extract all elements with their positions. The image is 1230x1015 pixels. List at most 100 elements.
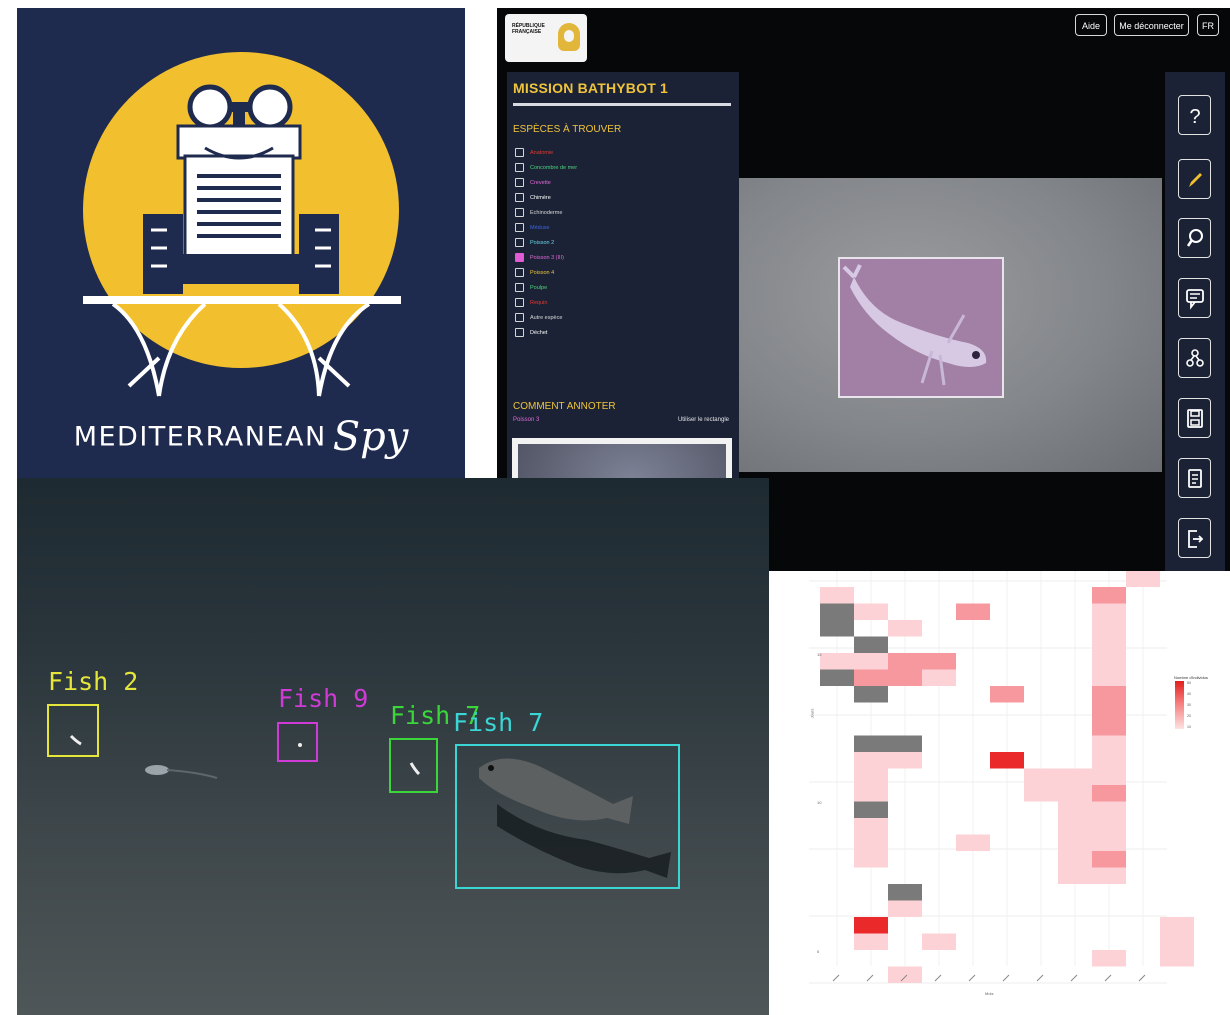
heatmap-cell	[854, 917, 888, 934]
exit-tool-button[interactable]	[1178, 518, 1211, 558]
heatmap-cell	[888, 653, 922, 670]
legend-tick-50: 50	[1187, 681, 1191, 685]
y-tick-10: 10	[817, 800, 822, 805]
species-label: Requin	[530, 299, 548, 306]
species-checkbox[interactable]	[515, 298, 524, 307]
heatmap-cell	[1024, 785, 1058, 802]
species-item[interactable]: Crevette	[515, 175, 577, 190]
heatmap-cell	[1058, 801, 1092, 818]
species-checkbox[interactable]	[515, 313, 524, 322]
species-label: Poisson 3 (III)	[530, 254, 564, 261]
heatmap-cell	[956, 603, 990, 620]
share-tool-button[interactable]	[1178, 338, 1211, 378]
heatmap-cell	[1092, 818, 1126, 835]
help-tool-button[interactable]: ?	[1178, 95, 1211, 135]
y-tick-5: 5	[817, 949, 820, 954]
heatmap-cell	[888, 900, 922, 917]
heatmap-cell	[854, 669, 888, 686]
heatmap-cell	[1092, 719, 1126, 736]
heatmap-cell	[1092, 735, 1126, 752]
species-checkbox[interactable]	[515, 208, 524, 217]
heatmap-cell	[854, 785, 888, 802]
heatmap-cell	[888, 966, 922, 983]
heatmap-cell	[1092, 686, 1126, 703]
detection-box-fish-7-green[interactable]	[389, 738, 438, 793]
heatmap-cell	[922, 933, 956, 950]
species-checkbox[interactable]	[515, 193, 524, 202]
species-checkbox[interactable]	[515, 178, 524, 187]
species-checkbox[interactable]	[515, 148, 524, 157]
y-tick-15: 15	[817, 652, 822, 657]
x-tick-mark	[968, 974, 976, 982]
logout-button[interactable]: Me déconnecter	[1114, 14, 1189, 36]
species-item[interactable]: Poisson 4	[515, 265, 577, 280]
y-axis-label: Jours	[809, 708, 815, 719]
help-icon: ?	[1189, 106, 1200, 127]
heatmap-cell	[1160, 917, 1194, 934]
mission-title: MISSION BATHYBOT 1	[513, 80, 669, 96]
help-button[interactable]: Aide	[1075, 14, 1107, 36]
logo-wordmark: MEDITERRANEAN Spy	[17, 414, 465, 460]
heatmap-cell	[1126, 571, 1160, 587]
species-heading: ESPÈCES À TROUVER	[513, 124, 622, 135]
species-item[interactable]: Poulpe	[515, 280, 577, 295]
species-item[interactable]: Echinoderme	[515, 205, 577, 220]
heatmap-cell	[1058, 867, 1092, 884]
detection-box-fish-7-cyan[interactable]	[455, 744, 680, 889]
howto-heading: COMMENT ANNOTER	[513, 401, 616, 412]
heatmap-cell	[854, 834, 888, 851]
species-item[interactable]: Concombre de mer	[515, 160, 577, 175]
heatmap-cell	[1058, 818, 1092, 835]
species-item[interactable]: Requin	[515, 295, 577, 310]
species-item[interactable]: Chimère	[515, 190, 577, 205]
species-item[interactable]: Poisson 3 (III)	[515, 250, 577, 265]
heatmap-cell	[956, 834, 990, 851]
comment-tool-button[interactable]	[1178, 278, 1211, 318]
species-checkbox[interactable]	[515, 283, 524, 292]
heatmap-cell	[888, 884, 922, 901]
species-item[interactable]: Autre espèce	[515, 310, 577, 325]
seafloor-image-canvas[interactable]	[739, 178, 1162, 472]
detection-box-fish-2[interactable]	[47, 704, 99, 757]
heatmap-cell	[1092, 801, 1126, 818]
x-tick-mark	[1002, 974, 1010, 982]
save-tool-button[interactable]	[1178, 398, 1211, 438]
heatmap-cell	[854, 933, 888, 950]
species-item[interactable]: Poisson 2	[515, 235, 577, 250]
species-item[interactable]: Méduse	[515, 220, 577, 235]
species-checkbox[interactable]	[515, 163, 524, 172]
heatmap-cell	[1092, 785, 1126, 802]
heatmap-cell	[854, 686, 888, 703]
species-item[interactable]: Déchet	[515, 325, 577, 340]
species-item[interactable]: Anatomie	[515, 145, 577, 160]
heatmap-cell	[1160, 933, 1194, 950]
species-checkbox[interactable]	[515, 253, 524, 262]
x-tick-mark	[1036, 974, 1044, 982]
heatmap-cell	[1160, 950, 1194, 967]
detection-label-fish-2: Fish 2	[48, 667, 139, 696]
heatmap-cell	[854, 818, 888, 835]
list-tool-button[interactable]	[1178, 458, 1211, 498]
species-checkbox[interactable]	[515, 328, 524, 337]
heatmap-cell	[1092, 867, 1126, 884]
species-label: Concombre de mer	[530, 164, 578, 171]
species-checkbox[interactable]	[515, 223, 524, 232]
svg-text:?: ?	[1189, 106, 1200, 127]
abundance-heatmap: 15 10 5 Jours Mois Nombre d'individus 50…	[769, 571, 1230, 1015]
pencil-tool-button[interactable]	[1178, 159, 1211, 199]
heatmap-cell	[854, 735, 888, 752]
zoom-tool-button[interactable]	[1178, 218, 1211, 258]
detection-label-fish-9: Fish 9	[278, 684, 369, 713]
x-tick-mark	[1138, 974, 1146, 982]
legend-tick-10: 10	[1187, 725, 1191, 729]
species-label: Poisson 4	[530, 269, 555, 276]
heatmap-cell	[820, 603, 854, 620]
species-checkbox[interactable]	[515, 238, 524, 247]
x-tick-mark	[866, 974, 874, 982]
species-checkbox[interactable]	[515, 268, 524, 277]
annotation-rectangle[interactable]	[838, 257, 1004, 398]
heatmap-cell	[888, 752, 922, 769]
pencil-icon	[1189, 173, 1202, 187]
language-button[interactable]: FR	[1197, 14, 1219, 36]
detection-box-fish-9[interactable]	[277, 722, 318, 762]
